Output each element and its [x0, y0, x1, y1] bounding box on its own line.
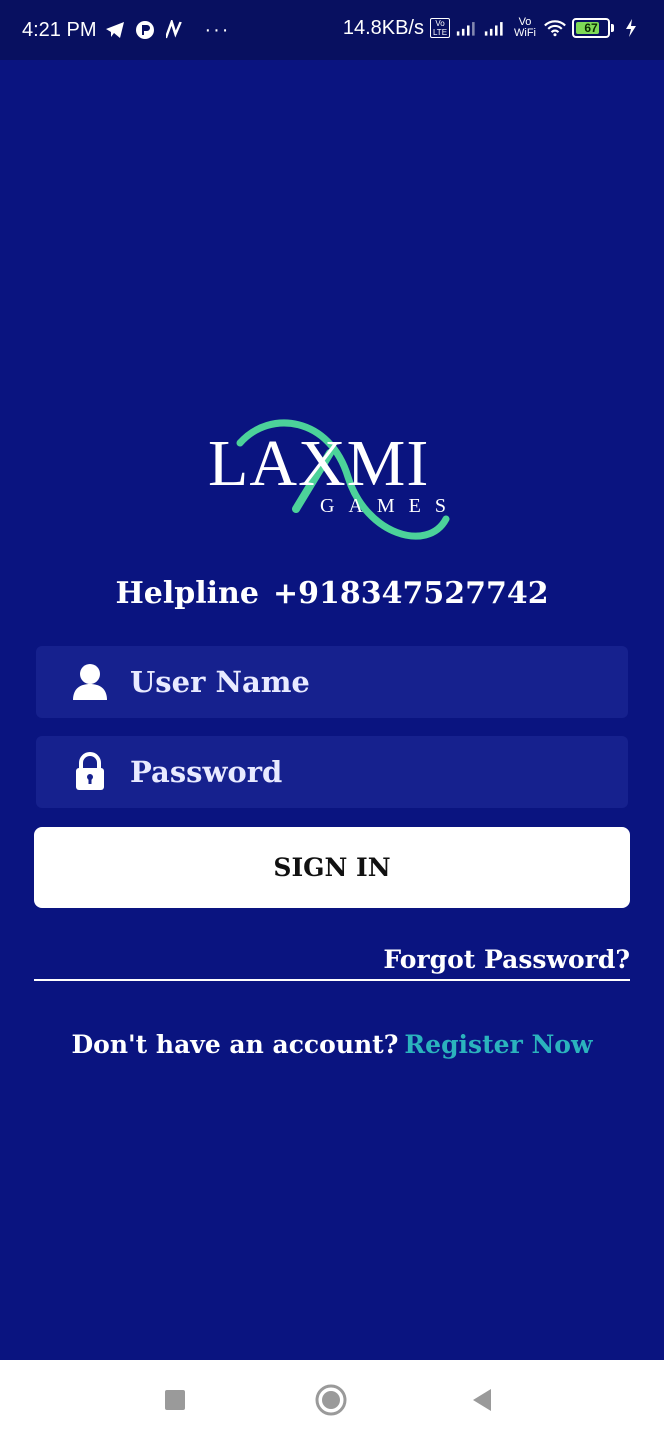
status-time: 4:21 PM — [22, 19, 97, 41]
username-placeholder: User Name — [130, 665, 310, 699]
network-speed: 14.8KB/s — [342, 17, 424, 39]
lock-icon — [70, 752, 110, 792]
register-row: Don't have an account? Register Now — [0, 1030, 664, 1059]
telegram-icon — [104, 19, 126, 41]
vowifi-icon: Vo WiFi — [514, 16, 536, 39]
logo-sub-text: GAMES — [320, 495, 461, 517]
helpline: Helpline +918347527742 — [0, 576, 664, 611]
status-right: 14.8KB/s Vo LTE Vo WiFi 67 — [343, 16, 642, 40]
recents-button[interactable] — [155, 1380, 195, 1420]
forgot-password-link[interactable]: Forgot Password? — [383, 945, 630, 974]
password-field[interactable]: Password — [36, 736, 628, 808]
back-button[interactable] — [462, 1380, 502, 1420]
battery-level: 67 — [584, 21, 598, 35]
register-now-link[interactable]: Register Now — [404, 1030, 592, 1059]
app-icon — [134, 19, 156, 41]
password-placeholder: Password — [130, 755, 283, 789]
user-icon — [70, 662, 110, 702]
more-dots-icon: ··· — [204, 19, 231, 41]
register-prompt: Don't have an account? — [71, 1030, 399, 1059]
home-button[interactable] — [311, 1380, 351, 1420]
battery-icon: 67 — [572, 18, 614, 38]
circle-icon — [315, 1384, 347, 1416]
helpline-label: Helpline — [115, 576, 259, 611]
square-icon — [165, 1390, 185, 1410]
wifi-icon — [544, 17, 566, 39]
status-left: 4:21 PM ··· — [22, 18, 230, 42]
sign-in-button[interactable]: SIGN IN — [34, 827, 630, 908]
navigation-bar — [0, 1360, 664, 1440]
signal-icon — [456, 17, 478, 39]
volte-icon: Vo LTE — [430, 18, 450, 38]
battery-body: 67 — [572, 18, 610, 38]
username-field[interactable]: User Name — [36, 646, 628, 718]
status-bar: 4:21 PM ··· 14.8KB/s Vo LTE Vo WiFi 67 — [0, 0, 664, 60]
charging-icon — [620, 17, 642, 39]
battery-tip — [611, 24, 614, 32]
back-triangle-icon — [473, 1389, 491, 1411]
divider — [34, 979, 630, 981]
signal-icon-2 — [484, 17, 506, 39]
helpline-number[interactable]: +918347527742 — [273, 576, 549, 611]
logo-brand-text: LAXMI — [208, 427, 430, 500]
n-app-icon — [164, 19, 186, 41]
laxmi-games-logo: LAXMI GAMES — [200, 415, 470, 545]
